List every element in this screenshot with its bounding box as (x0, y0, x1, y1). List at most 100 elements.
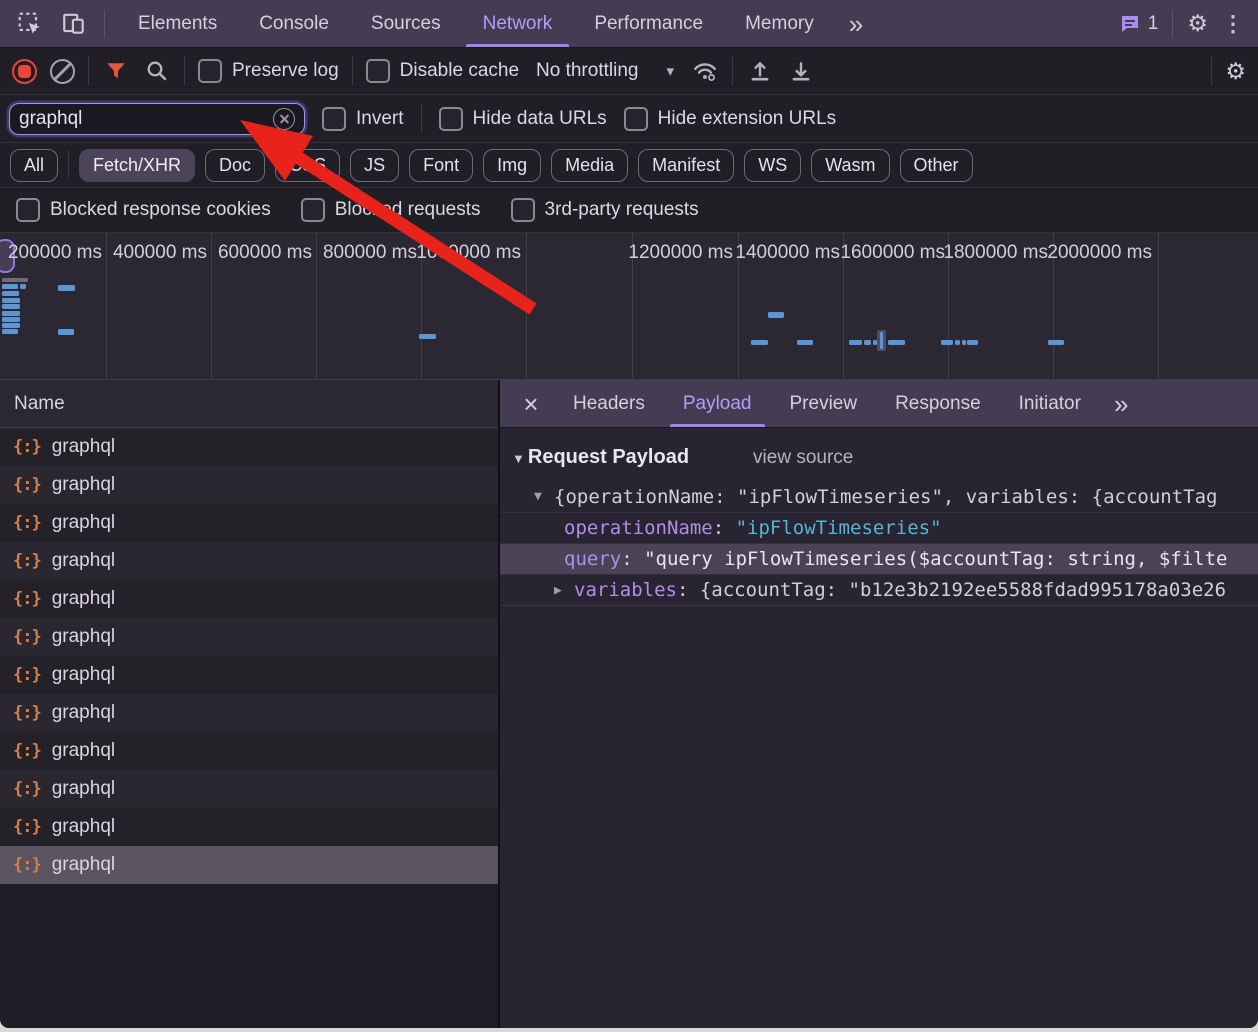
device-toolbar-icon[interactable] (60, 10, 88, 38)
clear-network-log-button[interactable] (50, 59, 75, 84)
filter-chip-all[interactable]: All (10, 149, 58, 182)
clear-filter-icon[interactable] (273, 108, 295, 130)
timeline-selected-marker (877, 330, 886, 351)
tab-sources[interactable]: Sources (350, 0, 462, 47)
blocked-cookies-option: Blocked response cookies (16, 198, 271, 222)
payload-tree-row[interactable]: ▶variables: {accountTag: "b12e3b2192ee55… (500, 574, 1258, 605)
more-tabs-icon[interactable]: » (835, 11, 877, 37)
chevron-down-icon: ▾ (666, 62, 674, 80)
third-party-requests-checkbox[interactable] (511, 198, 535, 222)
request-row[interactable]: {:}graphql (0, 770, 498, 808)
payload-text: : (713, 517, 736, 539)
filter-chip-wasm[interactable]: Wasm (811, 149, 889, 182)
preserve-log-checkbox[interactable] (198, 59, 222, 83)
disable-cache-checkbox[interactable] (366, 59, 390, 83)
hide-extension-urls-label: Hide extension URLs (658, 108, 836, 130)
view-source-link[interactable]: view source (753, 447, 853, 469)
timeline-tick-label: 1000000 ms (416, 242, 521, 264)
request-row[interactable]: {:}graphql (0, 580, 498, 618)
request-name: graphql (52, 854, 115, 876)
request-row[interactable]: {:}graphql (0, 542, 498, 580)
import-har-icon[interactable] (746, 57, 774, 85)
settings-gear-icon[interactable]: ⚙ (1187, 12, 1208, 35)
more-details-tabs-icon[interactable]: » (1100, 391, 1142, 417)
blocked-cookies-checkbox[interactable] (16, 198, 40, 222)
tab-elements[interactable]: Elements (117, 0, 238, 47)
payload-text: variables (574, 579, 677, 601)
filter-chip-doc[interactable]: Doc (205, 149, 265, 182)
timeline-gridline (211, 233, 212, 379)
issues-message-button[interactable]: 1 (1119, 13, 1159, 35)
filter-chip-img[interactable]: Img (483, 149, 541, 182)
timeline-request-bar (941, 340, 953, 345)
section-expanded-icon[interactable]: ▼ (512, 451, 525, 466)
request-row[interactable]: {:}graphql (0, 846, 498, 884)
request-row[interactable]: {:}graphql (0, 732, 498, 770)
network-settings-gear-icon[interactable]: ⚙ (1225, 60, 1246, 83)
close-details-icon[interactable]: × (508, 391, 554, 417)
request-row[interactable]: {:}graphql (0, 618, 498, 656)
payload-tree-row[interactable]: query: "query ipFlowTimeseries($accountT… (500, 543, 1258, 574)
record-network-log-button[interactable] (12, 59, 37, 84)
request-row[interactable]: {:}graphql (0, 694, 498, 732)
payload-text: : (621, 548, 644, 570)
filter-chip-font[interactable]: Font (409, 149, 473, 182)
request-row[interactable]: {:}graphql (0, 656, 498, 694)
throttling-dropdown[interactable]: No throttling ▾ (532, 60, 678, 82)
hide-data-urls-checkbox[interactable] (439, 107, 463, 131)
payload-text: {operationName: "ipFlowTimeseries", vari… (554, 486, 1217, 508)
name-column-header[interactable]: Name (0, 380, 498, 428)
timeline-tick-label: 1600000 ms (840, 242, 945, 264)
filter-chip-media[interactable]: Media (551, 149, 628, 182)
details-tab-payload[interactable]: Payload (664, 380, 771, 427)
details-tab-response[interactable]: Response (876, 380, 1000, 427)
filter-chip-fetch-xhr[interactable]: Fetch/XHR (79, 149, 195, 182)
network-overview-timeline[interactable]: 200000 ms400000 ms600000 ms800000 ms1000… (0, 233, 1258, 380)
request-row[interactable]: {:}graphql (0, 428, 498, 466)
panel-tabs: ElementsConsoleSourcesNetworkPerformance… (117, 0, 835, 47)
toolbar-divider (88, 57, 89, 85)
disable-cache-option: Disable cache (366, 59, 519, 83)
disclosure-expanded-icon[interactable]: ▼ (534, 489, 554, 504)
tab-console[interactable]: Console (238, 0, 350, 47)
export-har-icon[interactable] (787, 57, 815, 85)
filter-chip-ws[interactable]: WS (744, 149, 801, 182)
details-tab-headers[interactable]: Headers (554, 380, 664, 427)
timeline-request-bar (2, 278, 28, 282)
request-row[interactable]: {:}graphql (0, 466, 498, 504)
inspect-element-icon[interactable] (16, 10, 44, 38)
kebab-menu-icon[interactable]: ⋮ (1222, 13, 1244, 35)
hide-extension-urls-checkbox[interactable] (624, 107, 648, 131)
details-tabbar: × HeadersPayloadPreviewResponseInitiator… (500, 380, 1258, 428)
third-party-requests-label: 3rd-party requests (545, 199, 699, 221)
filter-chip-js[interactable]: JS (350, 149, 399, 182)
filter-chip-other[interactable]: Other (900, 149, 973, 182)
request-payload-section-header[interactable]: ▼ Request Payload view source (500, 442, 1258, 481)
request-row[interactable]: {:}graphql (0, 808, 498, 846)
network-conditions-icon[interactable] (691, 57, 719, 85)
tab-network[interactable]: Network (462, 0, 574, 47)
invert-checkbox[interactable] (322, 107, 346, 131)
resource-type-filters: All Fetch/XHR Doc CSS JS Font Img Media Manifest… (0, 143, 1258, 188)
search-icon[interactable] (143, 57, 171, 85)
blocked-requests-checkbox[interactable] (301, 198, 325, 222)
filter-chip-css[interactable]: CSS (275, 149, 340, 182)
tab-memory[interactable]: Memory (724, 0, 835, 47)
request-name: graphql (52, 626, 115, 648)
filter-input[interactable] (19, 108, 273, 130)
disable-cache-label: Disable cache (400, 60, 519, 82)
filter-funnel-icon[interactable] (102, 57, 130, 85)
filter-chip-manifest[interactable]: Manifest (638, 149, 734, 182)
timeline-request-bar (2, 311, 20, 316)
disclosure-collapsed-icon[interactable]: ▶ (554, 583, 574, 598)
payload-tree-row[interactable]: operationName: "ipFlowTimeseries" (500, 512, 1258, 543)
details-tab-initiator[interactable]: Initiator (1000, 380, 1100, 427)
details-tab-preview[interactable]: Preview (771, 380, 877, 427)
request-payload-title: Request Payload (528, 446, 689, 469)
tab-performance[interactable]: Performance (573, 0, 724, 47)
payload-tree-row[interactable]: ▼{operationName: "ipFlowTimeseries", var… (500, 481, 1258, 512)
toolbar-divider (1211, 57, 1212, 85)
request-row[interactable]: {:}graphql (0, 504, 498, 542)
payload-text: query (564, 548, 621, 570)
payload-text: "ipFlowTimeseries" (736, 517, 942, 539)
